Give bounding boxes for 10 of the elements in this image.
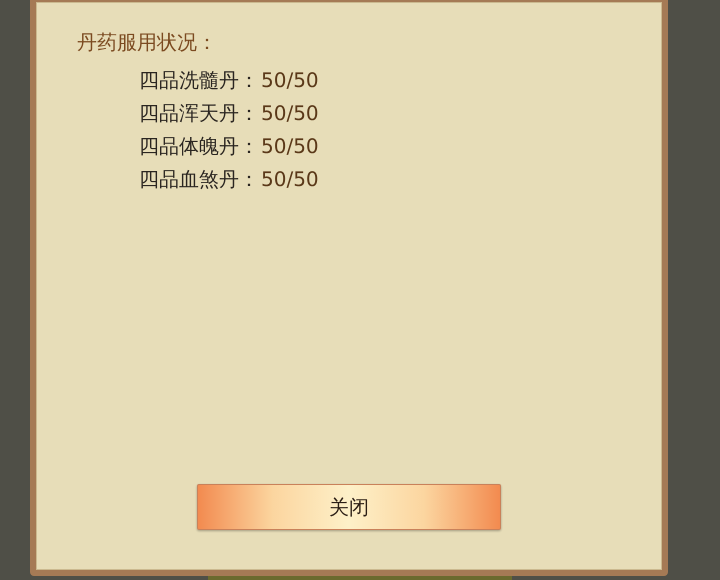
pill-name: 四品血煞丹： <box>139 166 259 192</box>
pill-count: 50/50 <box>261 166 319 192</box>
pill-name: 四品浑天丹： <box>139 100 259 126</box>
dialog-title: 丹药服用状况： <box>77 29 217 55</box>
pill-name: 四品体魄丹： <box>139 133 259 159</box>
pill-name: 四品洗髓丹： <box>139 67 259 93</box>
pill-count: 50/50 <box>261 67 319 93</box>
pill-count: 50/50 <box>261 100 319 126</box>
pill-count: 50/50 <box>261 133 319 159</box>
close-button[interactable]: 关闭 <box>197 484 501 530</box>
